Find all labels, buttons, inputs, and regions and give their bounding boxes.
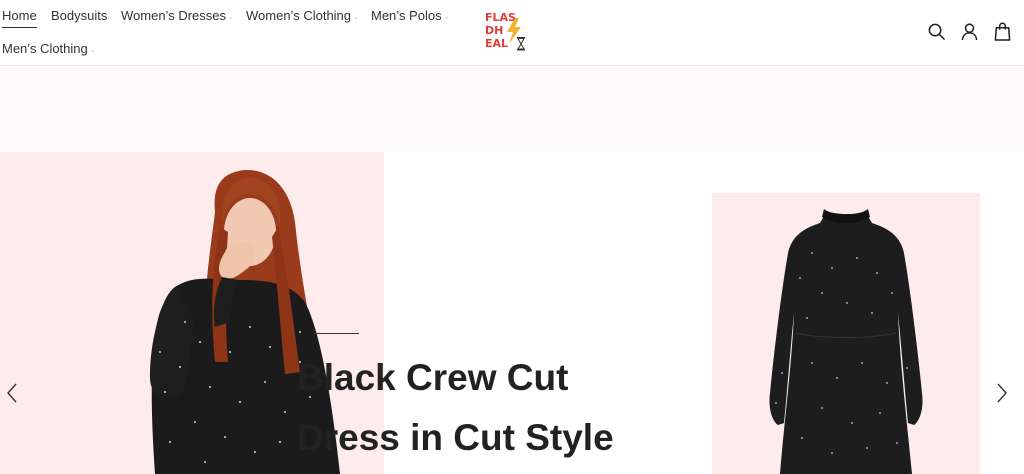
logo-text-line1: FLAS (485, 11, 516, 24)
nav-item-mens-clothing[interactable]: Men’s Clothing ⌄ (2, 40, 96, 61)
site-logo[interactable]: FLAS DH EAL (485, 10, 531, 52)
hero-title: Black Crew Cut Dress in Cut Style (297, 348, 717, 468)
hero-product-image (712, 193, 980, 474)
search-icon[interactable] (927, 22, 946, 41)
hero-slider: Black Crew Cut Dress in Cut Style (0, 152, 1024, 474)
chevron-down-icon: ⌄ (443, 14, 450, 21)
site-header: Home Bodysuits Women’s Dresses ⌄ Women’s … (0, 0, 1024, 66)
nav-label-bodysuits: Bodysuits (51, 8, 108, 23)
nav-label-home: Home (2, 8, 37, 23)
nav-item-home[interactable]: Home (2, 7, 37, 28)
hero-top-spacer (0, 66, 1024, 152)
nav-item-mens-polos[interactable]: Men’s Polos ⌄ (371, 7, 449, 28)
cart-icon[interactable] (993, 22, 1012, 41)
hero-title-accent-line (313, 333, 359, 334)
slider-prev-arrow-icon[interactable] (4, 382, 24, 404)
header-actions (927, 22, 1012, 41)
account-icon[interactable] (960, 22, 979, 41)
hero-title-line1: Black Crew Cut (297, 357, 569, 398)
chevron-down-icon: ⌄ (228, 14, 234, 21)
chevron-down-icon: ⌄ (353, 14, 359, 21)
hourglass-icon (517, 37, 525, 51)
nav-label-womens-clothing: Women’s Clothing (246, 8, 352, 23)
logo-text-line3: EAL (485, 37, 508, 50)
slider-next-arrow-icon[interactable] (992, 382, 1012, 404)
nav-label-mens-polos: Men’s Polos (371, 8, 442, 23)
chevron-down-icon: ⌄ (89, 47, 96, 54)
nav-label-mens-clothing: Men’s Clothing (2, 41, 88, 56)
nav-label-womens-dresses: Women’s Dresses (121, 8, 226, 23)
nav-item-womens-dresses[interactable]: Women’s Dresses ⌄ (121, 7, 234, 28)
hero-title-line2: Dress in Cut Style (297, 417, 614, 458)
logo-graphic: FLAS DH EAL (485, 11, 525, 51)
nav-item-bodysuits[interactable]: Bodysuits (51, 7, 107, 25)
logo-text-line2: DH (485, 24, 503, 37)
nav-item-womens-clothing[interactable]: Women’s Clothing ⌄ (246, 7, 359, 28)
